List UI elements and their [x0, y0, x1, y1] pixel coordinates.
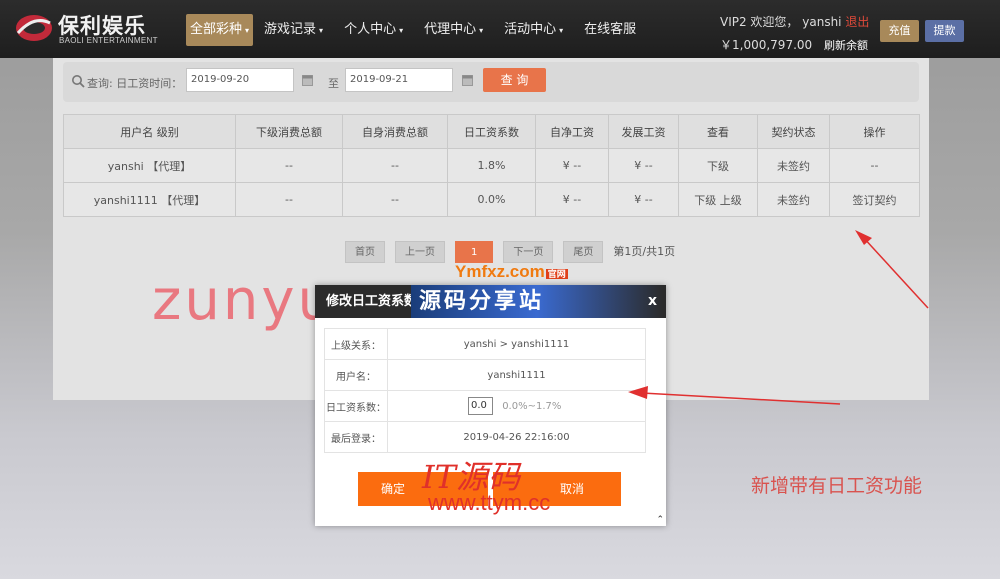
arrow-head-icon [628, 386, 648, 399]
arrow-line-icon [641, 392, 841, 405]
arrow-head-icon [855, 230, 872, 245]
annotation-arrows [628, 230, 929, 405]
arrow-line-icon [861, 235, 929, 309]
